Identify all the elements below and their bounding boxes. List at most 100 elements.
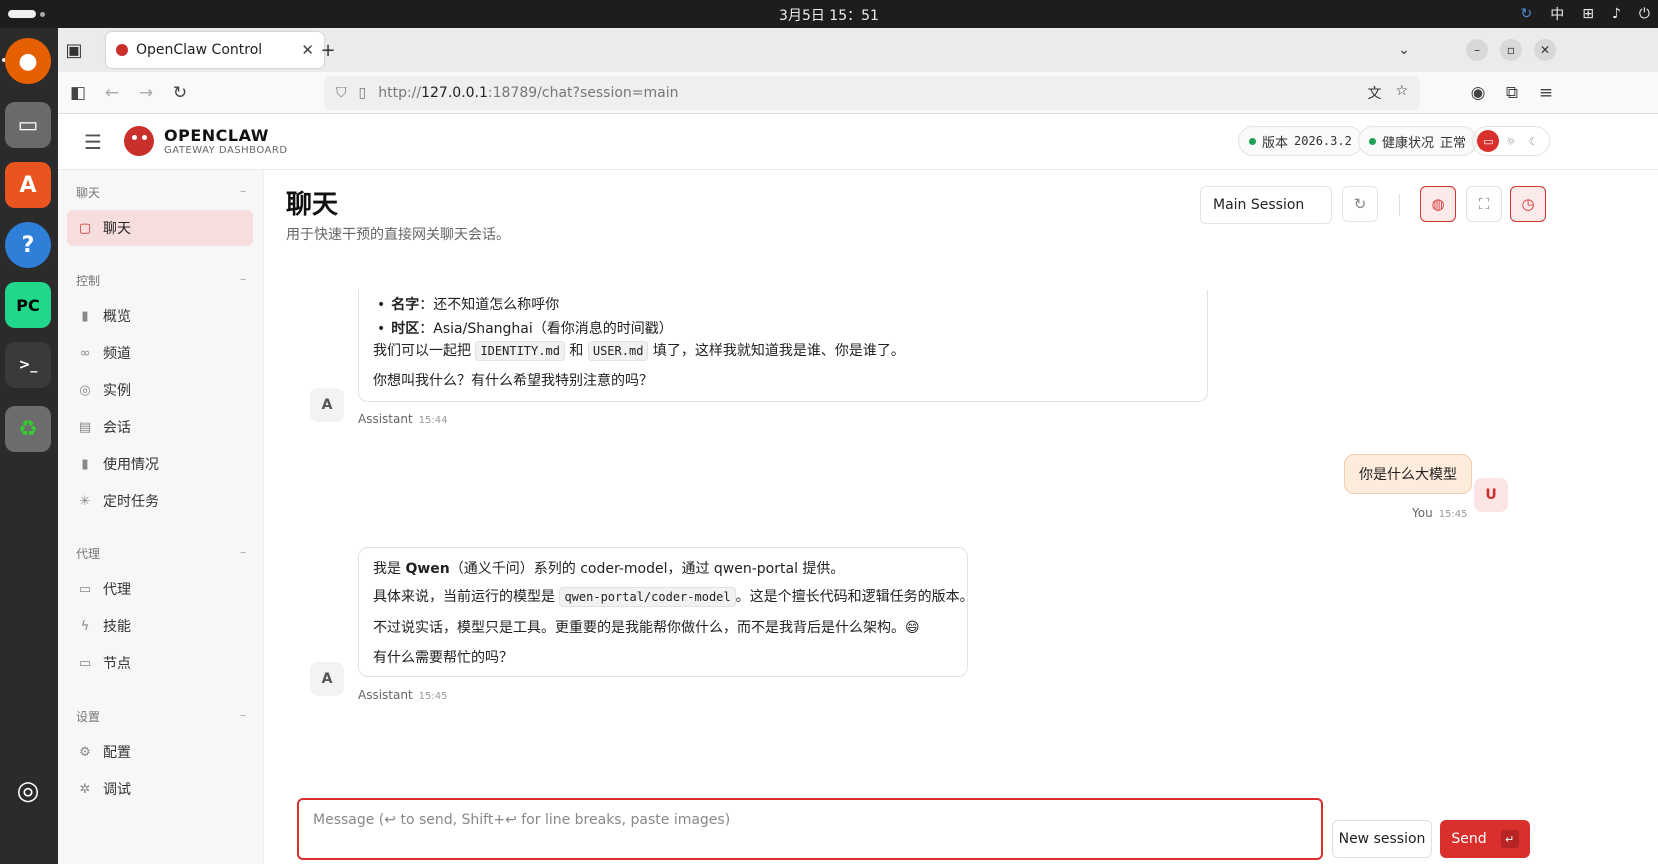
cron-toggle-button[interactable]: ◷ xyxy=(1510,186,1546,222)
message-line: 不过说实话，模型只是工具。更重要的是我能帮你做什么，而不是我背后是什么架构。😄 xyxy=(373,620,920,636)
clock-icon: ◷ xyxy=(1521,195,1535,213)
version-value: 2026.3.2 xyxy=(1294,134,1352,148)
theme-switcher: ▭ ☼ ☾ xyxy=(1472,126,1550,156)
message-line: 具体来说，当前运行的模型是 qwen-portal/coder-model 。这是… xyxy=(373,587,974,607)
network-icon[interactable]: ⊞ xyxy=(1582,6,1594,22)
system-clock[interactable]: 3月5日 15：51 xyxy=(0,5,1658,25)
focus-mode-button[interactable]: ⛶ xyxy=(1466,186,1502,222)
files-icon[interactable]: ▭ xyxy=(5,102,51,148)
firefox-icon[interactable]: ● xyxy=(5,38,51,84)
translate-icon[interactable]: 文 xyxy=(1367,83,1381,103)
status-dot xyxy=(1369,137,1376,145)
lightning-icon: ϟ xyxy=(80,618,90,634)
ime-indicator[interactable]: 中 xyxy=(1550,4,1564,24)
link-icon: ∞ xyxy=(79,345,91,361)
app-center-icon[interactable]: A xyxy=(5,162,51,208)
sidebar-item-config[interactable]: ⚙ 配置 xyxy=(67,734,253,770)
sidebar-item-sessions[interactable]: ▤ 会话 xyxy=(67,409,253,445)
sidebar-item-instances[interactable]: ◎ 实例 xyxy=(67,372,253,408)
close-window-icon[interactable]: ✕ xyxy=(1534,39,1556,61)
sidebar-item-skills[interactable]: ϟ 技能 xyxy=(67,608,253,644)
monitor-icon[interactable]: ▭ xyxy=(1477,130,1500,152)
toolbar-divider xyxy=(1399,194,1400,216)
sidebar-item-debug[interactable]: ✲ 调试 xyxy=(67,771,253,807)
sidebar-item-channels[interactable]: ∞ 频道 xyxy=(67,335,253,371)
dock: ● ▭ A ? PC >_ ♻ ◎ xyxy=(0,28,58,864)
sidebar-section-chat[interactable]: 聊天 – xyxy=(76,184,246,201)
terminal-icon[interactable]: >_ xyxy=(5,342,51,388)
sidebar-section-agents[interactable]: 代理 – xyxy=(76,545,246,562)
help-icon[interactable]: ? xyxy=(5,222,51,268)
minimize-icon[interactable]: – xyxy=(1466,39,1488,61)
send-label: Send xyxy=(1451,831,1487,847)
message-meta: Assistant 15:44 xyxy=(358,412,448,426)
inline-code: USER.md xyxy=(587,341,649,361)
system-tray[interactable]: ↻ 中 ⊞ ♪ ⏻ xyxy=(1521,4,1650,24)
user-avatar: U xyxy=(1474,478,1508,512)
assistant-avatar: A xyxy=(310,662,344,696)
version-badge: 版本 2026.3.2 xyxy=(1238,126,1363,156)
message-input[interactable]: Message (↩ to send, Shift+↩ for line bre… xyxy=(297,798,1323,860)
account-icon[interactable]: ◉ xyxy=(1466,81,1490,105)
back-icon[interactable]: ← xyxy=(100,81,124,105)
sidebar-item-usage[interactable]: ▮ 使用情况 xyxy=(67,446,253,482)
refresh-icon: ↻ xyxy=(1353,195,1367,213)
brand: OPENCLAW GATEWAY DASHBOARD xyxy=(164,126,288,156)
brand-subtitle: GATEWAY DASHBOARD xyxy=(164,145,288,156)
message-line: 有什么需要帮忙的吗？ xyxy=(373,650,513,666)
show-apps-icon[interactable]: ◎ xyxy=(5,768,51,814)
tab-overview-icon[interactable]: ▣ xyxy=(62,38,86,62)
sidebar-item-overview[interactable]: ▮ 概览 xyxy=(67,298,253,334)
close-tab-icon[interactable]: ✕ xyxy=(301,41,314,59)
power-icon[interactable]: ⏻ xyxy=(1639,6,1650,22)
chat-icon: ▢ xyxy=(78,220,92,236)
message-line: 你想叫我什么？有什么希望我特别注意的吗？ xyxy=(373,373,653,389)
page-title: 聊天 xyxy=(286,190,339,220)
monitor-icon: ▭ xyxy=(78,655,92,671)
new-session-button[interactable]: New session xyxy=(1332,820,1432,858)
sidebar-section-settings[interactable]: 设置 – xyxy=(76,708,246,725)
sidebar-item-agents[interactable]: ▭ 代理 xyxy=(67,571,253,607)
shield-icon[interactable]: ⛉ xyxy=(336,85,347,101)
list-tabs-icon[interactable]: ⌄ xyxy=(1392,38,1416,62)
send-button[interactable]: Send ↵ xyxy=(1440,820,1530,858)
session-select[interactable]: Main Session xyxy=(1200,186,1332,224)
trash-icon[interactable]: ♻ xyxy=(5,406,51,452)
page-info-icon[interactable]: ▯ xyxy=(359,85,367,101)
status-dot xyxy=(1249,137,1256,145)
message-line: 我是 Qwen（通义千问）系列的 coder-model，通过 qwen-por… xyxy=(373,561,845,577)
forward-icon[interactable]: → xyxy=(134,81,158,105)
sidebar-item-cron[interactable]: ✳ 定时任务 xyxy=(67,483,253,519)
thinking-toggle-button[interactable]: ◍ xyxy=(1420,186,1456,222)
pycharm-icon[interactable]: PC xyxy=(5,282,51,328)
sidebar-item-nodes[interactable]: ▭ 节点 xyxy=(67,645,253,681)
new-tab-icon[interactable]: + xyxy=(316,38,340,62)
brain-icon: ◍ xyxy=(1431,195,1445,213)
url-bar[interactable]: ⛉ ▯ http://127.0.0.1:18789/chat?session=… xyxy=(324,76,1420,110)
sidebar-section-control[interactable]: 控制 – xyxy=(76,272,246,289)
reload-icon[interactable]: ↻ xyxy=(168,81,192,105)
message-meta: You 15:45 xyxy=(1412,506,1468,520)
menu-icon[interactable]: ≡ xyxy=(1534,81,1558,105)
sidebar-item-chat[interactable]: ▢ 聊天 xyxy=(67,210,253,246)
volume-icon[interactable]: ♪ xyxy=(1612,6,1621,22)
browser-tab[interactable]: OpenClaw Control ✕ xyxy=(106,32,324,68)
sun-icon[interactable]: ☼ xyxy=(1500,130,1522,152)
extensions-icon[interactable]: ⧉ xyxy=(1500,81,1524,105)
refresh-button[interactable]: ↻ xyxy=(1342,186,1378,222)
maximize-icon[interactable]: ▫ xyxy=(1500,39,1522,61)
sidebar: 聊天 – ▢ 聊天 控制 – ▮ 概览 ∞ 频道 ◎ 实例 ▤ 会话 ▮ 使用情况 ✳ 定时任务 … xyxy=(58,170,264,864)
brand-title: OPENCLAW xyxy=(164,126,269,145)
message-line: • 时区：Asia/Shanghai（看你消息的时间戳） xyxy=(377,321,673,337)
enter-key-icon: ↵ xyxy=(1500,830,1519,848)
document-icon: ▤ xyxy=(78,419,92,435)
loader-icon: ✳ xyxy=(79,493,91,509)
focus-icon: ⛶ xyxy=(1478,195,1490,213)
sidebar-toggle-icon[interactable]: ◧ xyxy=(66,81,90,105)
os-top-bar: 3月5日 15：51 ↻ 中 ⊞ ♪ ⏻ xyxy=(0,0,1658,28)
refresh-icon[interactable]: ↻ xyxy=(1521,6,1533,22)
hamburger-icon[interactable]: ☰ xyxy=(84,130,102,154)
moon-icon[interactable]: ☾ xyxy=(1523,130,1545,152)
url-text: http://127.0.0.1:18789/chat?session=main xyxy=(378,85,679,101)
bookmark-star-icon[interactable]: ☆ xyxy=(1395,83,1408,103)
